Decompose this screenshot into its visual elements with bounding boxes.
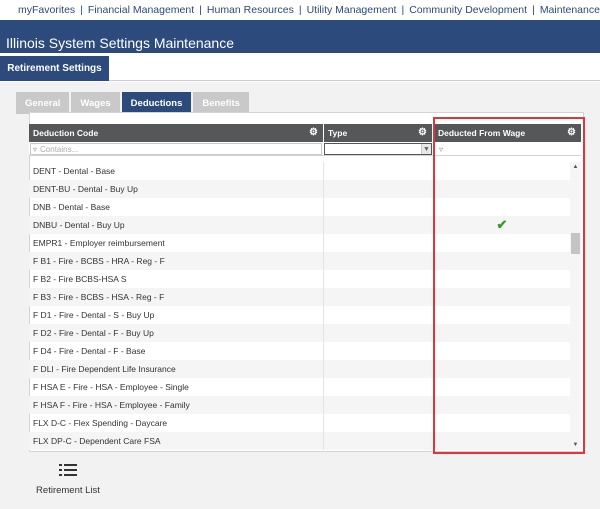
page-title: Illinois System Settings Maintenance	[6, 35, 234, 51]
retirement-list-button[interactable]: Retirement List	[30, 460, 106, 502]
type-cell	[323, 432, 433, 450]
nav-separator: |	[80, 4, 83, 16]
nav-myfavorites[interactable]: myFavorites	[18, 4, 75, 16]
type-cell	[323, 180, 433, 198]
filter-placeholder: Contains...	[40, 144, 79, 154]
type-cell	[323, 162, 433, 180]
nav-separator: |	[199, 4, 202, 16]
type-cell	[323, 270, 433, 288]
tab-benefits[interactable]: Benefits	[193, 92, 249, 114]
type-cell	[323, 342, 433, 360]
deduction-code-cell: F HSA E - Fire - HSA - Employee - Single	[33, 382, 189, 392]
column-label: Deduction Code	[33, 128, 99, 138]
deduction-code-cell: DNBU - Dental - Buy Up	[33, 220, 125, 230]
nav-separator: |	[532, 4, 535, 16]
deduction-code-cell: EMPR1 - Employer reimbursement	[33, 238, 165, 248]
chevron-down-icon[interactable]: ▼	[421, 144, 431, 154]
gear-icon[interactable]: ⚙	[418, 127, 427, 138]
deduction-code-cell: F D2 - Fire - Dental - F - Buy Up	[33, 328, 154, 338]
nav-financial-management[interactable]: Financial Management	[88, 4, 194, 16]
deduction-code-cell: FLX D-C - Flex Spending - Daycare	[33, 418, 168, 428]
type-cell	[323, 306, 433, 324]
deduction-code-cell: F HSA F - Fire - HSA - Employee - Family	[33, 400, 190, 410]
retirement-list-label: Retirement List	[36, 485, 100, 496]
settings-tabs: General Wages Deductions Benefits	[16, 92, 249, 114]
deduction-code-cell: FLX DP-C - Dependent Care FSA	[33, 436, 161, 446]
deduction-code-filter[interactable]: ▿ Contains...	[30, 143, 322, 155]
type-cell	[323, 396, 433, 414]
deduction-code-cell: DNB - Dental - Base	[33, 202, 110, 212]
nav-human-resources[interactable]: Human Resources	[207, 4, 294, 16]
type-cell	[323, 360, 433, 378]
type-cell	[323, 234, 433, 252]
deduction-code-cell: F B1 - Fire - BCBS - HRA - Reg - F	[33, 256, 165, 266]
deduction-code-cell: F D4 - Fire - Dental - F - Base	[33, 346, 146, 356]
type-filter-select[interactable]: ▼	[324, 143, 432, 155]
highlight-box	[433, 117, 585, 454]
deduction-code-cell: F B2 - Fire BCBS-HSA S	[33, 274, 127, 284]
column-header-type[interactable]: Type ⚙	[324, 124, 432, 142]
title-bar: Illinois System Settings Maintenance	[0, 20, 600, 53]
list-icon	[59, 464, 77, 476]
nav-separator: |	[401, 4, 405, 16]
deduction-code-cell: DENT - Dental - Base	[33, 166, 116, 176]
type-cell	[323, 324, 433, 342]
nav-separator: |	[298, 4, 302, 16]
filter-icon: ▿	[33, 144, 38, 154]
tab-deductions[interactable]: Deductions	[121, 92, 192, 114]
tab-wages[interactable]: Wages	[71, 92, 120, 114]
type-cell	[323, 198, 433, 216]
deduction-code-cell: DENT-BU - Dental - Buy Up	[33, 184, 138, 194]
type-cell	[323, 252, 433, 270]
column-header-deduction-code[interactable]: Deduction Code ⚙	[29, 124, 323, 142]
nav-community-development[interactable]: Community Development	[409, 4, 527, 16]
deduction-code-cell: F D1 - Fire - Dental - S - Buy Up	[33, 310, 155, 320]
tab-general[interactable]: General	[16, 92, 70, 114]
tab-retirement-settings[interactable]: Retirement Settings	[0, 56, 109, 81]
top-nav: myFavorites | Financial Management | Hum…	[0, 0, 600, 20]
type-cell	[323, 288, 433, 306]
deduction-code-cell: F DLI - Fire Dependent Life Insurance	[33, 364, 176, 374]
column-label: Type	[328, 128, 348, 138]
gear-icon[interactable]: ⚙	[309, 127, 318, 138]
type-cell	[323, 378, 433, 396]
type-cell	[323, 216, 433, 234]
type-cell	[323, 414, 433, 432]
nav-maintenance[interactable]: Maintenance	[540, 4, 600, 16]
nav-utility-management[interactable]: Utility Management	[307, 4, 397, 16]
deduction-code-cell: F B3 - Fire - BCBS - HSA - Reg - F	[33, 292, 165, 302]
